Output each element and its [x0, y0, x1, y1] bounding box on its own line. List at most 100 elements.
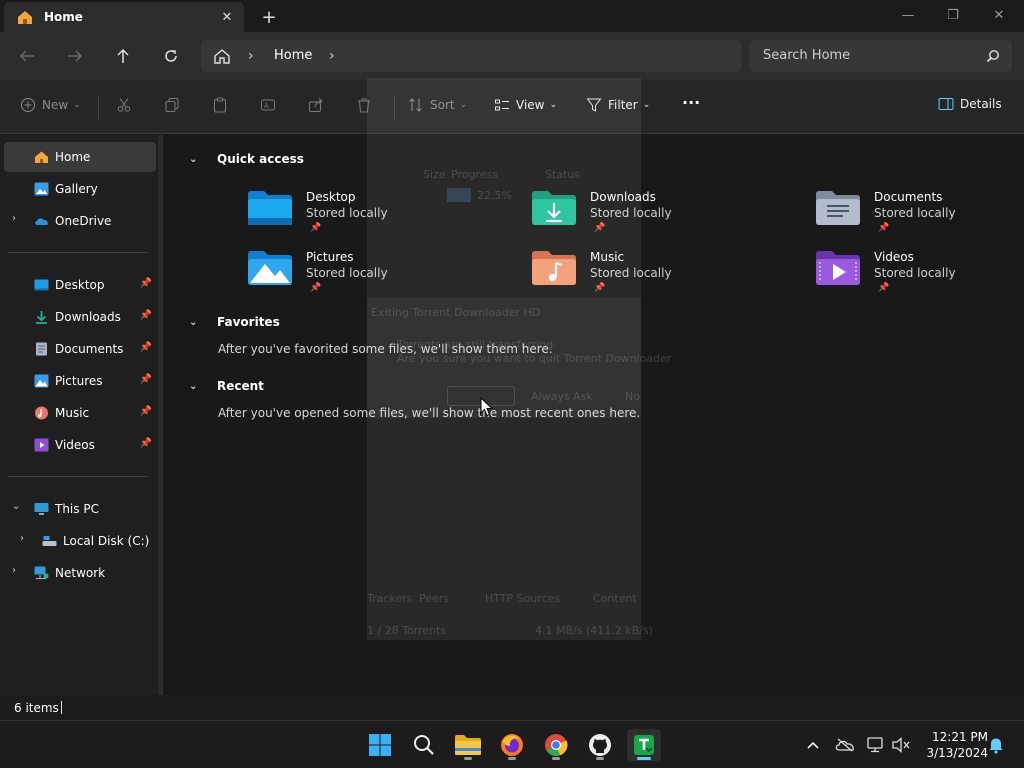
- file-explorer-icon: [455, 735, 481, 755]
- sidebar-item-downloads[interactable]: Downloads 📌: [4, 302, 156, 332]
- refresh-icon: [165, 50, 177, 62]
- show-hidden-icons-button[interactable]: [803, 735, 823, 755]
- sidebar-item-label: Downloads: [55, 310, 121, 324]
- see-more-button[interactable]: ···: [682, 93, 700, 112]
- paste-button[interactable]: [212, 97, 234, 113]
- taskbar-torrent-app[interactable]: [627, 729, 661, 761]
- chevron-up-icon: [807, 741, 819, 749]
- running-indicator: [596, 757, 604, 760]
- taskbar-search-button[interactable]: [407, 729, 441, 761]
- maximize-button[interactable]: ❐: [930, 0, 976, 30]
- home-outline-icon: [214, 49, 230, 64]
- sidebar-item-network[interactable]: › Network: [4, 558, 156, 588]
- pictures-icon: [34, 374, 49, 388]
- pin-icon[interactable]: 📌: [140, 310, 152, 321]
- sidebar-item-music[interactable]: Music 📌: [4, 398, 156, 428]
- sidebar-item-videos[interactable]: Videos 📌: [4, 430, 156, 460]
- sidebar-divider: [8, 476, 148, 477]
- new-button[interactable]: New ⌄: [20, 97, 81, 113]
- pin-icon[interactable]: 📌: [140, 374, 152, 385]
- sidebar-item-desktop[interactable]: Desktop 📌: [4, 270, 156, 300]
- pin-icon[interactable]: 📌: [140, 278, 152, 289]
- plus-circle-icon: [21, 98, 35, 112]
- status-separator: [61, 701, 62, 714]
- search-box[interactable]: Search Home: [749, 40, 1012, 72]
- collapse-chevron-icon[interactable]: ⌄: [12, 501, 20, 512]
- breadcrumb-chevron-icon[interactable]: ›: [329, 48, 335, 64]
- address-bar[interactable]: › Home ›: [201, 40, 741, 72]
- notifications-button[interactable]: [986, 735, 1006, 755]
- quick-access-documents[interactable]: Documents Stored locally 📌: [816, 190, 1024, 246]
- active-indicator: [637, 757, 651, 760]
- quick-access-header[interactable]: ⌄ Quick access: [189, 152, 304, 166]
- search-icon: [414, 735, 434, 755]
- sidebar-item-documents[interactable]: Documents 📌: [4, 334, 156, 364]
- clock-date[interactable]: 3/13/2024: [914, 746, 988, 760]
- ghost-btn-no: No: [625, 390, 640, 403]
- sidebar-item-onedrive[interactable]: › OneDrive: [4, 206, 156, 236]
- section-title: Favorites: [217, 315, 280, 329]
- onedrive-tray-button[interactable]: [835, 735, 855, 755]
- refresh-button[interactable]: [158, 44, 184, 68]
- rename-button[interactable]: A: [260, 97, 282, 113]
- share-button[interactable]: [308, 97, 330, 113]
- pin-icon: 📌: [878, 223, 890, 233]
- ghost-tab-trackers: Trackers: [367, 592, 413, 605]
- sidebar-item-local-disk[interactable]: › Local Disk (C:): [4, 526, 156, 556]
- expand-chevron-icon[interactable]: ›: [20, 533, 24, 544]
- ghost-col-size: Size: [423, 168, 446, 181]
- details-button[interactable]: Details: [938, 97, 1002, 111]
- expand-chevron-icon[interactable]: ›: [12, 213, 16, 224]
- sidebar-item-pictures[interactable]: Pictures 📌: [4, 366, 156, 396]
- item-count: 6 items: [14, 701, 59, 715]
- running-indicator: [508, 757, 516, 760]
- tab-home[interactable]: Home ✕: [4, 2, 244, 32]
- pin-icon[interactable]: 📌: [140, 406, 152, 417]
- navigation-bar: › Home › Search Home: [0, 32, 1024, 80]
- search-input[interactable]: Search Home: [763, 48, 850, 63]
- pin-icon[interactable]: 📌: [140, 342, 152, 353]
- tile-status: Stored locally: [874, 206, 956, 220]
- documents-folder-icon: [816, 191, 860, 225]
- new-tab-button[interactable]: +: [258, 6, 280, 28]
- forward-button[interactable]: [62, 44, 88, 68]
- collapse-chevron-icon: ⌄: [189, 153, 198, 165]
- collapse-chevron-icon: ⌄: [189, 316, 198, 328]
- cut-button[interactable]: [116, 97, 138, 113]
- back-button[interactable]: [14, 44, 40, 68]
- volume-tray-button[interactable]: [891, 735, 911, 755]
- sidebar-divider: [8, 252, 148, 253]
- copy-icon: [165, 98, 179, 112]
- breadcrumb-chevron-icon[interactable]: ›: [248, 48, 254, 64]
- quick-access-videos[interactable]: Videos Stored locally 📌: [816, 250, 1024, 306]
- network-tray-button[interactable]: [866, 735, 886, 755]
- sidebar-item-home[interactable]: Home: [4, 142, 156, 172]
- documents-icon: [36, 342, 47, 356]
- start-button[interactable]: [363, 729, 397, 761]
- ghost-col-progress: Progress: [451, 168, 498, 181]
- sidebar-item-this-pc[interactable]: ⌄ This PC: [4, 494, 156, 524]
- ghost-dialog-line2: Are you sure you want to quit Torrent Do…: [397, 352, 672, 365]
- expand-chevron-icon[interactable]: ›: [12, 565, 16, 576]
- minimize-button[interactable]: —: [885, 0, 931, 30]
- taskbar-firefox[interactable]: [495, 729, 529, 761]
- sidebar-item-gallery[interactable]: Gallery: [4, 174, 156, 204]
- breadcrumb-home[interactable]: Home: [274, 48, 312, 63]
- up-button[interactable]: [110, 44, 136, 68]
- favorites-header[interactable]: ⌄ Favorites: [189, 315, 280, 329]
- copy-button[interactable]: [164, 97, 186, 113]
- taskbar-chrome[interactable]: [539, 729, 573, 761]
- details-pane-icon: [938, 98, 954, 110]
- tab-title: Home: [44, 10, 83, 24]
- ghost-col-status: Status: [545, 168, 581, 181]
- taskbar-github[interactable]: [583, 729, 617, 761]
- close-window-button[interactable]: ✕: [976, 0, 1022, 30]
- taskbar-file-explorer[interactable]: [451, 729, 485, 761]
- sidebar-item-label: This PC: [55, 502, 99, 516]
- clock-time[interactable]: 12:21 PM: [922, 730, 988, 744]
- ghost-progress-bar: [447, 188, 471, 202]
- recent-header[interactable]: ⌄ Recent: [189, 379, 264, 393]
- pin-icon[interactable]: 📌: [140, 438, 152, 449]
- close-tab-icon[interactable]: ✕: [218, 8, 236, 26]
- share-icon: [309, 98, 323, 112]
